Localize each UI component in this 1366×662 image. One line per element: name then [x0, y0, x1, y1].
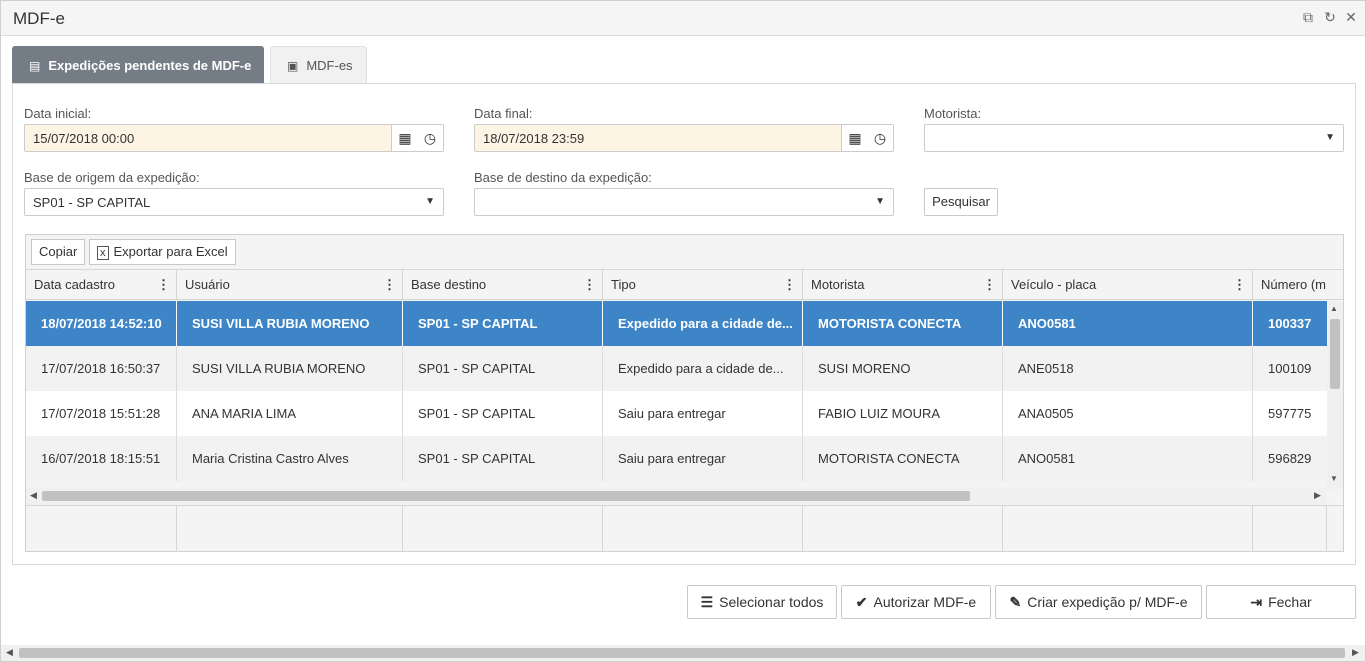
column-header-data-cadastro[interactable]: Data cadastro ⋮ — [26, 270, 177, 299]
tab-mdf-es[interactable]: ▣ MDF-es — [270, 46, 367, 84]
window-title: MDF-e — [13, 9, 65, 28]
scroll-right-icon[interactable]: ▶ — [1352, 647, 1359, 658]
calendar-icon[interactable]: ▦ — [846, 129, 864, 147]
data-inicial-field[interactable]: 15/07/2018 00:00 ▦ ◷ — [24, 124, 444, 152]
selecionar-todos-button[interactable]: ☰ Selecionar todos — [687, 585, 837, 619]
motorista-label: Motorista: — [924, 106, 982, 121]
calendar-icon[interactable]: ▦ — [396, 129, 414, 147]
column-header-veiculo-placa[interactable]: Veículo - placa ⋮ — [1003, 270, 1253, 299]
chevron-down-icon: ▼ — [425, 196, 435, 207]
grid-body: 18/07/2018 14:52:10 SUSI VILLA RUBIA MOR… — [26, 301, 1327, 481]
table-row[interactable]: 18/07/2018 14:52:10 SUSI VILLA RUBIA MOR… — [26, 301, 1327, 346]
restore-window-icon[interactable]: ⧉ — [1299, 8, 1317, 26]
mdfe-window: MDF-e ⧉ ↻ ✕ ▤ Expedições pendentes de MDF… — [0, 0, 1366, 662]
grid-header: Data cadastro ⋮ Usuário ⋮ Base destino ⋮ Ti… — [26, 269, 1343, 300]
document-icon: ▤ — [29, 59, 41, 73]
clock-icon[interactable]: ◷ — [871, 129, 889, 147]
base-origem-select[interactable]: SP01 - SP CAPITAL ▼ — [24, 188, 444, 216]
table-row[interactable]: 17/07/2018 15:51:28 ANA MARIA LIMA SP01 … — [26, 391, 1327, 436]
check-icon: ✔ — [855, 594, 868, 610]
tab-expedicoes-pendentes[interactable]: ▤ Expedições pendentes de MDF-e — [12, 46, 264, 84]
chevron-down-icon: ▼ — [875, 196, 885, 207]
scrollbar-thumb[interactable] — [1330, 319, 1340, 389]
scroll-down-icon[interactable]: ▼ — [1330, 474, 1338, 483]
base-destino-label: Base de destino da expedição: — [474, 170, 652, 185]
column-menu-icon[interactable]: ⋮ — [583, 270, 596, 299]
scroll-left-icon[interactable]: ◀ — [6, 647, 13, 658]
table-row[interactable]: 16/07/2018 18:15:51 Maria Cristina Castr… — [26, 436, 1327, 481]
data-final-label: Data final: — [474, 106, 533, 121]
scroll-up-icon[interactable]: ▲ — [1330, 304, 1338, 313]
column-header-usuario[interactable]: Usuário ⋮ — [177, 270, 403, 299]
pending-expeditions-panel: Data inicial: 15/07/2018 00:00 ▦ ◷ Data … — [12, 83, 1356, 565]
data-inicial-label: Data inicial: — [24, 106, 92, 121]
list-icon: ☰ — [700, 594, 714, 610]
close-icon[interactable]: ✕ — [1342, 8, 1360, 26]
scroll-right-icon[interactable]: ▶ — [1314, 490, 1321, 501]
exportar-excel-button[interactable]: x Exportar para Excel — [89, 239, 236, 265]
grid-footer — [26, 505, 1343, 552]
page-horizontal-scrollbar[interactable]: ◀ ▶ — [1, 645, 1365, 661]
grid-horizontal-scrollbar[interactable]: ◀ ▶ — [26, 488, 1327, 505]
fechar-button[interactable]: ⇥ Fechar — [1206, 585, 1356, 619]
column-header-motorista[interactable]: Motorista ⋮ — [803, 270, 1003, 299]
chevron-down-icon: ▼ — [1325, 132, 1335, 143]
pesquisar-button[interactable]: Pesquisar — [924, 188, 998, 216]
money-icon: ▣ — [287, 59, 299, 73]
column-header-base-destino[interactable]: Base destino ⋮ — [403, 270, 603, 299]
base-destino-select[interactable]: ▼ — [474, 188, 894, 216]
scroll-left-icon[interactable]: ◀ — [30, 490, 37, 501]
column-menu-icon[interactable]: ⋮ — [1233, 270, 1246, 299]
title-bar: MDF-e ⧉ ↻ ✕ — [1, 1, 1365, 36]
scrollbar-thumb[interactable] — [19, 648, 1345, 658]
autorizar-mdfe-button[interactable]: ✔ Autorizar MDF-e — [841, 585, 991, 619]
column-menu-icon[interactable]: ⋮ — [383, 270, 396, 299]
edit-icon: ✎ — [1009, 594, 1022, 610]
column-menu-icon[interactable]: ⋮ — [983, 270, 996, 299]
scrollbar-thumb[interactable] — [42, 491, 970, 501]
column-header-tipo[interactable]: Tipo ⋮ — [603, 270, 803, 299]
base-origem-label: Base de origem da expedição: — [24, 170, 200, 185]
excel-icon: x — [97, 246, 109, 260]
data-final-field[interactable]: 18/07/2018 23:59 ▦ ◷ — [474, 124, 894, 152]
refresh-icon[interactable]: ↻ — [1321, 8, 1339, 26]
clock-icon[interactable]: ◷ — [421, 129, 439, 147]
expeditions-grid: Copiar x Exportar para Excel Data cadastr… — [25, 234, 1344, 552]
column-menu-icon[interactable]: ⋮ — [157, 270, 170, 299]
column-header-numero[interactable]: Número (m — [1253, 270, 1343, 299]
column-menu-icon[interactable]: ⋮ — [783, 270, 796, 299]
copiar-button[interactable]: Copiar — [31, 239, 86, 265]
criar-expedicao-button[interactable]: ✎ Criar expedição p/ MDF-e — [995, 585, 1202, 619]
motorista-select[interactable]: ▼ — [924, 124, 1344, 152]
sign-out-icon: ⇥ — [1250, 594, 1263, 610]
table-row[interactable]: 17/07/2018 16:50:37 SUSI VILLA RUBIA MOR… — [26, 346, 1327, 391]
grid-vertical-scrollbar[interactable]: ▲ ▼ — [1327, 301, 1343, 489]
